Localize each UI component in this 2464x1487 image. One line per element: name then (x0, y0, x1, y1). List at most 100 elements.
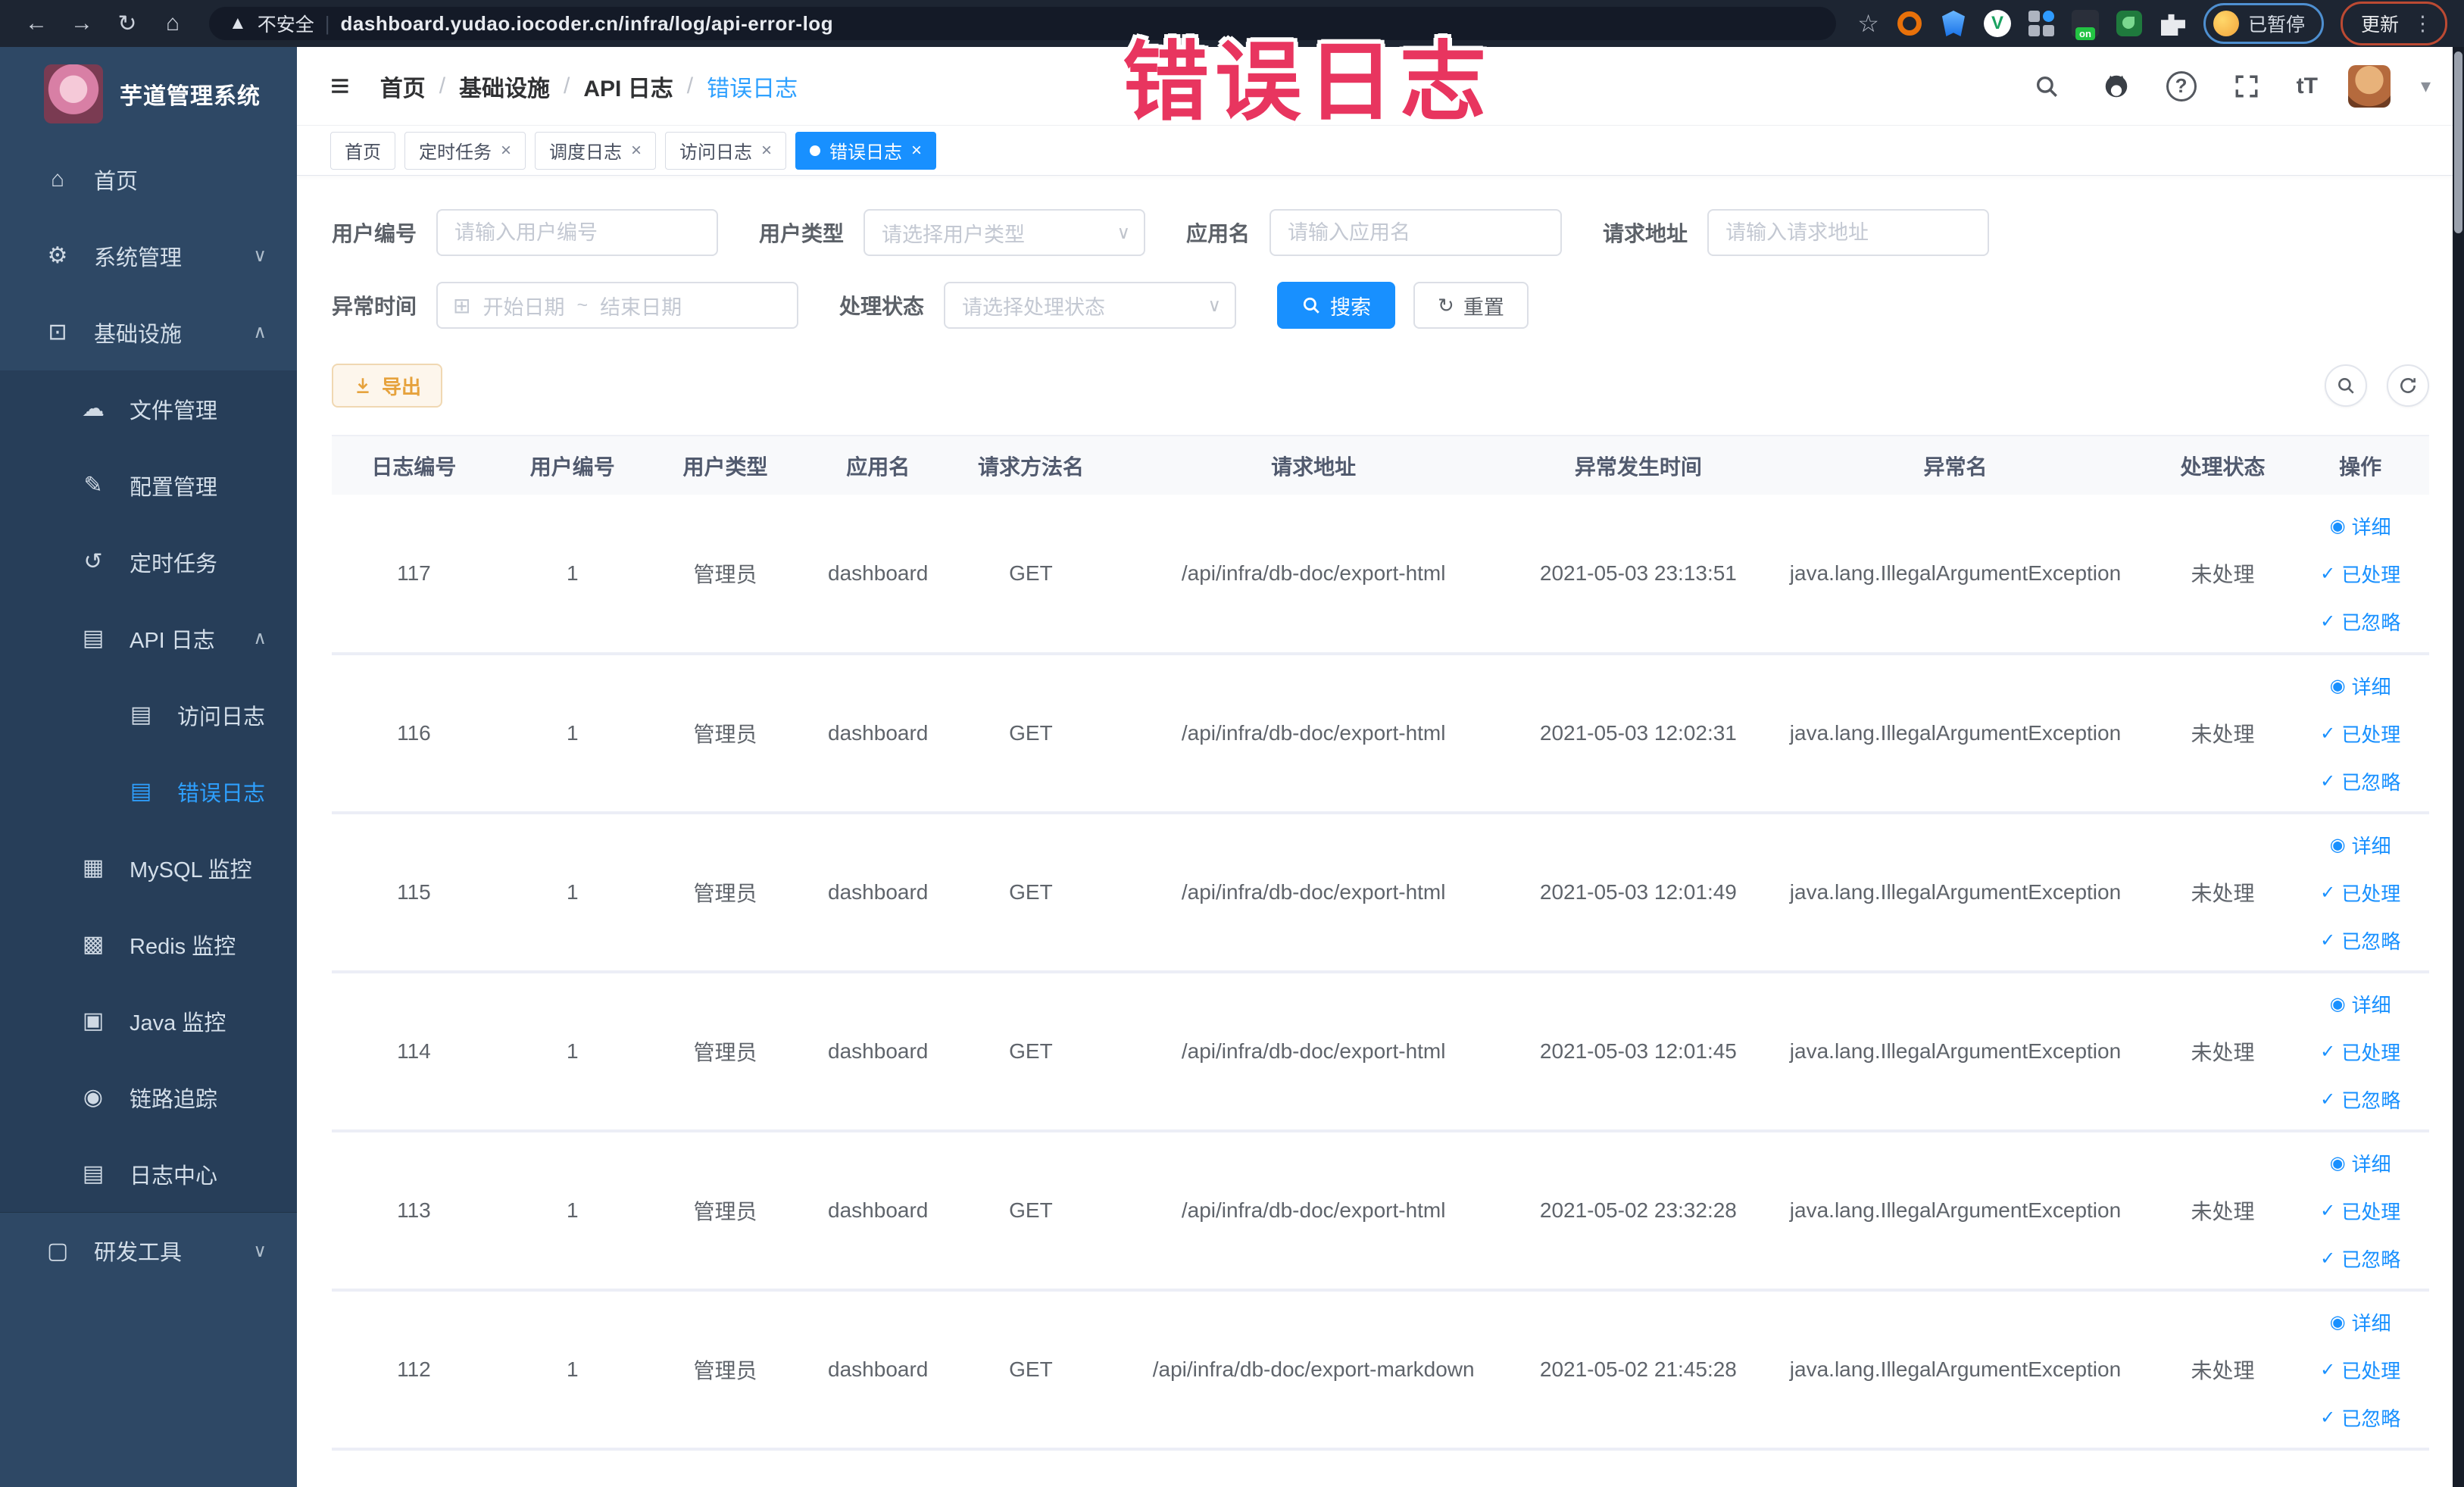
filter-exception-time: 异常时间 ⊞ 开始日期 ~ 结束日期 (332, 282, 799, 329)
sidebar-item-mysql-monitor[interactable]: ▦ MySQL 监控 (0, 829, 297, 906)
browser-reload-button[interactable]: ↻ (108, 4, 147, 43)
user-avatar[interactable] (2347, 64, 2391, 108)
github-icon[interactable] (2097, 67, 2136, 106)
ignored-link[interactable]: ✓ 已忽略 (2320, 1245, 2400, 1273)
browser-back-button[interactable]: ← (17, 4, 56, 43)
address-bar[interactable]: ▲ 不安全 | dashboard.yudao.iocoder.cn/infra… (209, 7, 1837, 40)
processed-link[interactable]: ✓ 已处理 (2320, 720, 2400, 748)
profile-avatar-icon (2213, 11, 2239, 36)
sidebar-item-infrastructure[interactable]: ⊡ 基础设施 ∧ (0, 294, 297, 370)
export-label: 导出 (382, 375, 422, 398)
page-scrollbar[interactable] (2453, 47, 2464, 1487)
sidebar-item-scheduled-tasks[interactable]: ↺ 定时任务 (0, 523, 297, 600)
app-name-input[interactable] (1269, 209, 1563, 256)
sidebar-item-system-management[interactable]: ⚙ 系统管理 ∨ (0, 217, 297, 294)
search-icon[interactable] (2027, 67, 2066, 106)
search-icon (1301, 295, 1321, 315)
extension-green-icon[interactable]: V (1983, 10, 2011, 37)
user-type-select[interactable]: 请选择用户类型 ∨ (863, 209, 1146, 256)
detail-link[interactable]: ◉ 详细 (2330, 512, 2391, 540)
ignored-link[interactable]: ✓ 已忽略 (2320, 926, 2400, 954)
tab-home[interactable]: 首页 (330, 131, 395, 170)
cell-method: GET (954, 972, 1107, 1132)
tab-scheduled-tasks[interactable]: 定时任务 × (404, 131, 526, 170)
processed-link[interactable]: ✓ 已处理 (2320, 1038, 2400, 1066)
cell-user-type: 管理员 (648, 813, 802, 973)
extension-orange-icon[interactable] (1896, 10, 1923, 37)
font-size-icon[interactable]: tT (2297, 73, 2318, 99)
browser-home-button[interactable]: ⌂ (153, 4, 192, 43)
sidebar-item-file-management[interactable]: ☁ 文件管理 (0, 370, 297, 447)
detail-link[interactable]: ◉ 详细 (2330, 1308, 2391, 1336)
col-log-id: 日志编号 (332, 435, 496, 495)
extension-shield-icon[interactable] (1940, 10, 1967, 37)
sidebar-item-api-log[interactable]: ▤ API 日志 ∧ (0, 600, 297, 676)
close-icon[interactable]: × (911, 140, 922, 161)
profile-paused-chip[interactable]: 已暂停 (2203, 3, 2324, 44)
ignored-link[interactable]: ✓ 已忽略 (2320, 1404, 2400, 1432)
sidebar-header[interactable]: 芋道管理系统 (0, 47, 297, 141)
detail-label: 详细 (2351, 834, 2391, 858)
cell-request-url: /api/infra/db-doc/export-html (1107, 495, 1520, 655)
tab-access-log[interactable]: 访问日志 × (665, 131, 787, 170)
scrollbar-thumb[interactable] (2454, 52, 2462, 233)
show-search-icon-button[interactable] (2325, 364, 2367, 407)
ignored-link[interactable]: ✓ 已忽略 (2320, 608, 2400, 636)
processed-link[interactable]: ✓ 已处理 (2320, 1356, 2400, 1384)
browser-forward-button[interactable]: → (62, 4, 101, 43)
breadcrumb-home[interactable]: 首页 (380, 70, 426, 103)
sidebar-item-dev-tools[interactable]: ▢ 研发工具 ∨ (0, 1212, 297, 1289)
user-id-input[interactable] (436, 209, 719, 256)
fullscreen-icon[interactable] (2227, 67, 2266, 106)
detail-link[interactable]: ◉ 详细 (2330, 990, 2391, 1018)
extension-switch-icon[interactable]: on (2071, 10, 2099, 40)
sidebar-item-label: 日志中心 (130, 1164, 218, 1189)
sidebar-item-tracing[interactable]: ◉ 链路追踪 (0, 1059, 297, 1136)
bookmark-star-icon[interactable]: ☆ (1857, 9, 1879, 38)
browser-update-button[interactable]: 更新 ⋮ (2340, 2, 2447, 45)
tab-error-log[interactable]: 错误日志 × (795, 131, 937, 170)
eye-icon: ◉ (83, 1085, 104, 1110)
close-icon[interactable]: × (631, 140, 642, 161)
sidebar-item-home[interactable]: ⌂ 首页 (0, 141, 297, 217)
sidebar-collapse-icon[interactable]: ≡ (330, 67, 350, 105)
request-url-input[interactable] (1707, 209, 1990, 256)
sidebar-item-log-center[interactable]: ▤ 日志中心 (0, 1136, 297, 1212)
process-status-select[interactable]: 请选择处理状态 ∨ (944, 282, 1237, 329)
app-shell: 芋道管理系统 ⌂ 首页 ⚙ 系统管理 ∨ ⊡ 基础设施 ∧ ☁ 文件管理 ✎ 配… (0, 47, 2464, 1487)
sidebar-item-config-management[interactable]: ✎ 配置管理 (0, 447, 297, 523)
help-icon[interactable]: ? (2166, 70, 2197, 102)
ignored-link[interactable]: ✓ 已忽略 (2320, 1086, 2400, 1114)
col-request-url: 请求地址 (1107, 435, 1520, 495)
extension-grid-icon[interactable] (2028, 10, 2055, 37)
breadcrumb-infrastructure[interactable]: 基础设施 (459, 70, 550, 103)
refresh-table-icon-button[interactable] (2387, 364, 2429, 407)
close-icon[interactable]: × (501, 140, 511, 161)
sidebar-item-access-log[interactable]: ▤ 访问日志 (0, 676, 297, 753)
refresh-icon: ↻ (1438, 293, 1454, 317)
tab-schedule-log[interactable]: 调度日志 × (535, 131, 657, 170)
sidebar-item-redis-monitor[interactable]: ▩ Redis 监控 (0, 906, 297, 982)
extension-leaf-icon[interactable] (2116, 10, 2143, 37)
sidebar-item-java-monitor[interactable]: ▣ Java 监控 (0, 982, 297, 1059)
detail-link[interactable]: ◉ 详细 (2330, 1149, 2391, 1177)
reset-button[interactable]: ↻ 重置 (1413, 282, 1529, 329)
detail-link[interactable]: ◉ 详细 (2330, 672, 2391, 700)
browser-menu-kebab-icon[interactable]: ⋮ (2412, 12, 2433, 36)
avatar-caret-icon[interactable]: ▾ (2421, 74, 2431, 98)
edit-icon: ✎ (83, 473, 103, 498)
processed-link[interactable]: ✓ 已处理 (2320, 879, 2400, 907)
processed-link[interactable]: ✓ 已处理 (2320, 1197, 2400, 1225)
col-user-type: 用户类型 (648, 435, 802, 495)
ignored-link[interactable]: ✓ 已忽略 (2320, 767, 2400, 795)
extensions-puzzle-icon[interactable] (2160, 10, 2187, 37)
export-button[interactable]: 导出 (332, 364, 443, 408)
detail-link[interactable]: ◉ 详细 (2330, 831, 2391, 859)
page-content: 用户编号 用户类型 请选择用户类型 ∨ 应用名 (297, 176, 2464, 1451)
close-icon[interactable]: × (761, 140, 772, 161)
search-button[interactable]: 搜索 (1277, 282, 1396, 329)
sidebar-item-error-log[interactable]: ▤ 错误日志 (0, 753, 297, 829)
breadcrumb-api-log[interactable]: API 日志 (583, 70, 673, 103)
processed-link[interactable]: ✓ 已处理 (2320, 560, 2400, 588)
date-range-picker[interactable]: ⊞ 开始日期 ~ 结束日期 (436, 282, 799, 329)
